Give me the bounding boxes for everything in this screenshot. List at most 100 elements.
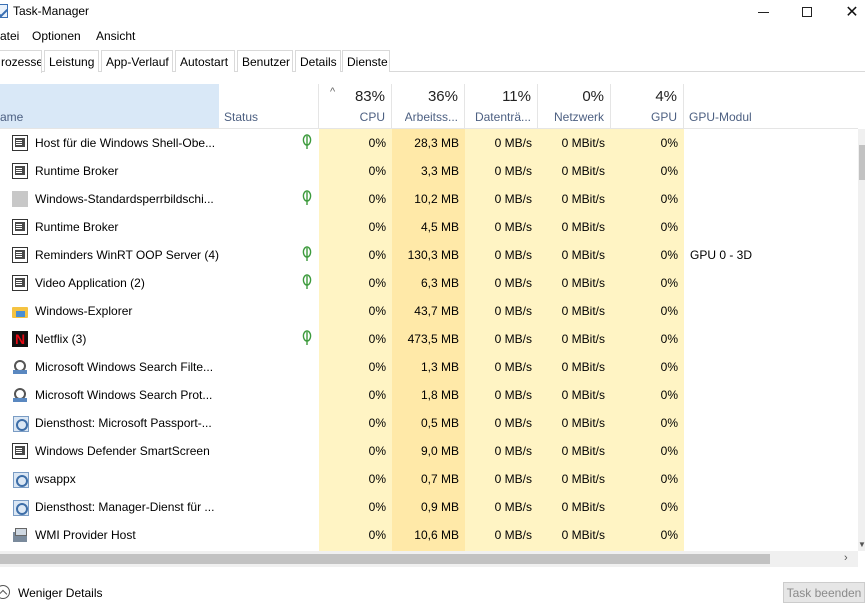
cpu-cell: 0% bbox=[368, 220, 386, 234]
process-row[interactable]: Runtime Broker 0% 3,3 MB 0 MB/s 0 MBit/s 0% bbox=[0, 157, 858, 185]
horizontal-scroll-thumb[interactable] bbox=[0, 554, 770, 564]
memory-cell: 473,5 MB bbox=[407, 332, 459, 346]
process-row[interactable]: Windows Defender SmartScreen 0% 9,0 MB 0 MB… bbox=[0, 437, 858, 465]
gpu-cell: 0% bbox=[660, 332, 678, 346]
column-gpu-engine-label: GPU-Modul bbox=[689, 110, 752, 124]
process-name: Windows-Explorer bbox=[35, 304, 133, 318]
menu-file[interactable]: atei bbox=[0, 29, 19, 43]
tab-processes[interactable]: rozesse bbox=[0, 50, 42, 73]
minimize-button[interactable] bbox=[740, 0, 786, 24]
column-gpu-engine[interactable]: GPU-Modul bbox=[684, 84, 858, 128]
disk-cell: 0 MB/s bbox=[494, 416, 532, 430]
cpu-cell: 0% bbox=[368, 472, 386, 486]
menu-view[interactable]: Ansicht bbox=[96, 29, 135, 43]
end-task-button[interactable]: Task beenden bbox=[783, 582, 865, 603]
gpu-cell: 0% bbox=[660, 472, 678, 486]
tab-startup[interactable]: Autostart bbox=[175, 50, 235, 72]
tab-services[interactable]: Dienste bbox=[342, 50, 390, 72]
sort-caret-icon: ^ bbox=[330, 86, 336, 98]
process-name: Microsoft Windows Search Prot... bbox=[35, 388, 213, 402]
memory-total: 36% bbox=[427, 88, 458, 105]
suspended-leaf-icon bbox=[302, 134, 312, 150]
tab-details[interactable]: Details bbox=[295, 50, 341, 72]
disk-cell: 0 MB/s bbox=[494, 500, 532, 514]
gpu-cell: 0% bbox=[660, 528, 678, 542]
maximize-button[interactable] bbox=[784, 0, 830, 24]
disk-cell: 0 MB/s bbox=[494, 304, 532, 318]
network-cell: 0 MBit/s bbox=[561, 472, 605, 486]
menu-options[interactable]: Optionen bbox=[32, 29, 81, 43]
tab-performance[interactable]: Leistung bbox=[44, 50, 99, 72]
column-memory[interactable]: 36% Arbeitss... bbox=[392, 84, 465, 128]
gpu-cell: 0% bbox=[660, 248, 678, 262]
process-name: Diensthost: Microsoft Passport-... bbox=[35, 416, 212, 430]
process-row[interactable]: wsappx 0% 0,7 MB 0 MB/s 0 MBit/s 0% bbox=[0, 465, 858, 493]
network-cell: 0 MBit/s bbox=[561, 388, 605, 402]
window-title: Task-Manager bbox=[13, 4, 90, 18]
disk-cell: 0 MB/s bbox=[494, 192, 532, 206]
network-cell: 0 MBit/s bbox=[561, 528, 605, 542]
process-row[interactable]: Reminders WinRT OOP Server (4) 0% 130,3 MB… bbox=[0, 241, 858, 269]
column-name[interactable]: ame bbox=[0, 84, 219, 128]
scroll-right-arrow-icon[interactable]: › bbox=[844, 552, 848, 564]
cpu-cell: 0% bbox=[368, 360, 386, 374]
column-status[interactable]: Status bbox=[219, 84, 319, 128]
gpu-cell: 0% bbox=[660, 500, 678, 514]
column-disk-label: Datenträ... bbox=[474, 110, 531, 124]
gpu-cell: 0% bbox=[660, 276, 678, 290]
fewer-details-link[interactable]: Weniger Details bbox=[18, 586, 102, 600]
process-row[interactable]: Video Application (2) 0% 6,3 MB 0 MB/s 0 MBi… bbox=[0, 269, 858, 297]
gpu-cell: 0% bbox=[660, 220, 678, 234]
memory-cell: 0,9 MB bbox=[420, 500, 459, 514]
gear-icon bbox=[12, 499, 29, 516]
memory-cell: 4,5 MB bbox=[420, 220, 459, 234]
memory-cell: 3,3 MB bbox=[420, 164, 459, 178]
cpu-total: 83% bbox=[354, 88, 385, 105]
memory-cell: 6,3 MB bbox=[420, 276, 459, 290]
minimize-icon bbox=[757, 11, 769, 13]
disk-cell: 0 MB/s bbox=[494, 136, 532, 150]
process-name: Microsoft Windows Search Filte... bbox=[35, 360, 214, 374]
process-name: Reminders WinRT OOP Server (4) bbox=[35, 248, 220, 262]
column-disk[interactable]: 11% Datenträ... bbox=[465, 84, 538, 128]
process-row[interactable]: Diensthost: Manager-Dienst für ... 0% 0,9 … bbox=[0, 493, 858, 521]
process-row[interactable]: Runtime Broker 0% 4,5 MB 0 MB/s 0 MBit/s 0% bbox=[0, 213, 858, 241]
tab-app-history[interactable]: App-Verlauf bbox=[101, 50, 173, 72]
app-window-icon bbox=[12, 443, 28, 459]
search-icon bbox=[12, 359, 28, 375]
tab-users[interactable]: Benutzer bbox=[237, 50, 293, 72]
close-button[interactable]: ✕ bbox=[829, 0, 865, 24]
scroll-down-arrow-icon[interactable]: ▼ bbox=[858, 540, 865, 549]
vertical-scroll-thumb[interactable] bbox=[859, 145, 865, 180]
process-row[interactable]: WMI Provider Host 0% 10,6 MB 0 MB/s 0 MBit/s… bbox=[0, 521, 858, 549]
process-row[interactable]: Diensthost: Microsoft Passport-... 0% 0,5 … bbox=[0, 409, 858, 437]
footer bbox=[0, 570, 865, 607]
memory-cell: 1,3 MB bbox=[420, 360, 459, 374]
vertical-scrollbar[interactable] bbox=[858, 129, 865, 551]
disk-cell: 0 MB/s bbox=[494, 360, 532, 374]
process-row[interactable]: Netflix (3) 0% 473,5 MB 0 MB/s 0 MBit/s 0% bbox=[0, 325, 858, 353]
process-row[interactable]: Host für die Windows Shell-Obe... 0% 28,3 … bbox=[0, 129, 858, 157]
folder-icon bbox=[12, 303, 28, 319]
search-icon bbox=[12, 387, 28, 403]
process-row[interactable]: Windows-Standardsperrbildschi... 0% 10,2 M… bbox=[0, 185, 858, 213]
memory-cell: 28,3 MB bbox=[414, 136, 459, 150]
suspended-leaf-icon bbox=[302, 274, 312, 290]
process-name: Windows-Standardsperrbildschi... bbox=[35, 192, 214, 206]
network-cell: 0 MBit/s bbox=[561, 136, 605, 150]
app-window-icon bbox=[12, 163, 28, 179]
column-gpu[interactable]: 4% GPU bbox=[611, 84, 684, 128]
network-cell: 0 MBit/s bbox=[561, 192, 605, 206]
network-cell: 0 MBit/s bbox=[561, 276, 605, 290]
process-row[interactable]: Microsoft Windows Search Filte... 0% 1,3 M… bbox=[0, 353, 858, 381]
column-network[interactable]: 0% Netzwerk bbox=[538, 84, 611, 128]
process-row[interactable]: Microsoft Windows Search Prot... 0% 1,8 MB… bbox=[0, 381, 858, 409]
disk-cell: 0 MB/s bbox=[494, 332, 532, 346]
column-name-label: ame bbox=[0, 110, 24, 124]
cpu-cell: 0% bbox=[368, 304, 386, 318]
process-name: Host für die Windows Shell-Obe... bbox=[35, 136, 216, 150]
process-name: Diensthost: Manager-Dienst für ... bbox=[35, 500, 215, 514]
cpu-cell: 0% bbox=[368, 388, 386, 402]
process-row[interactable]: Windows-Explorer 0% 43,7 MB 0 MB/s 0 MBit/s 0… bbox=[0, 297, 858, 325]
network-cell: 0 MBit/s bbox=[561, 500, 605, 514]
